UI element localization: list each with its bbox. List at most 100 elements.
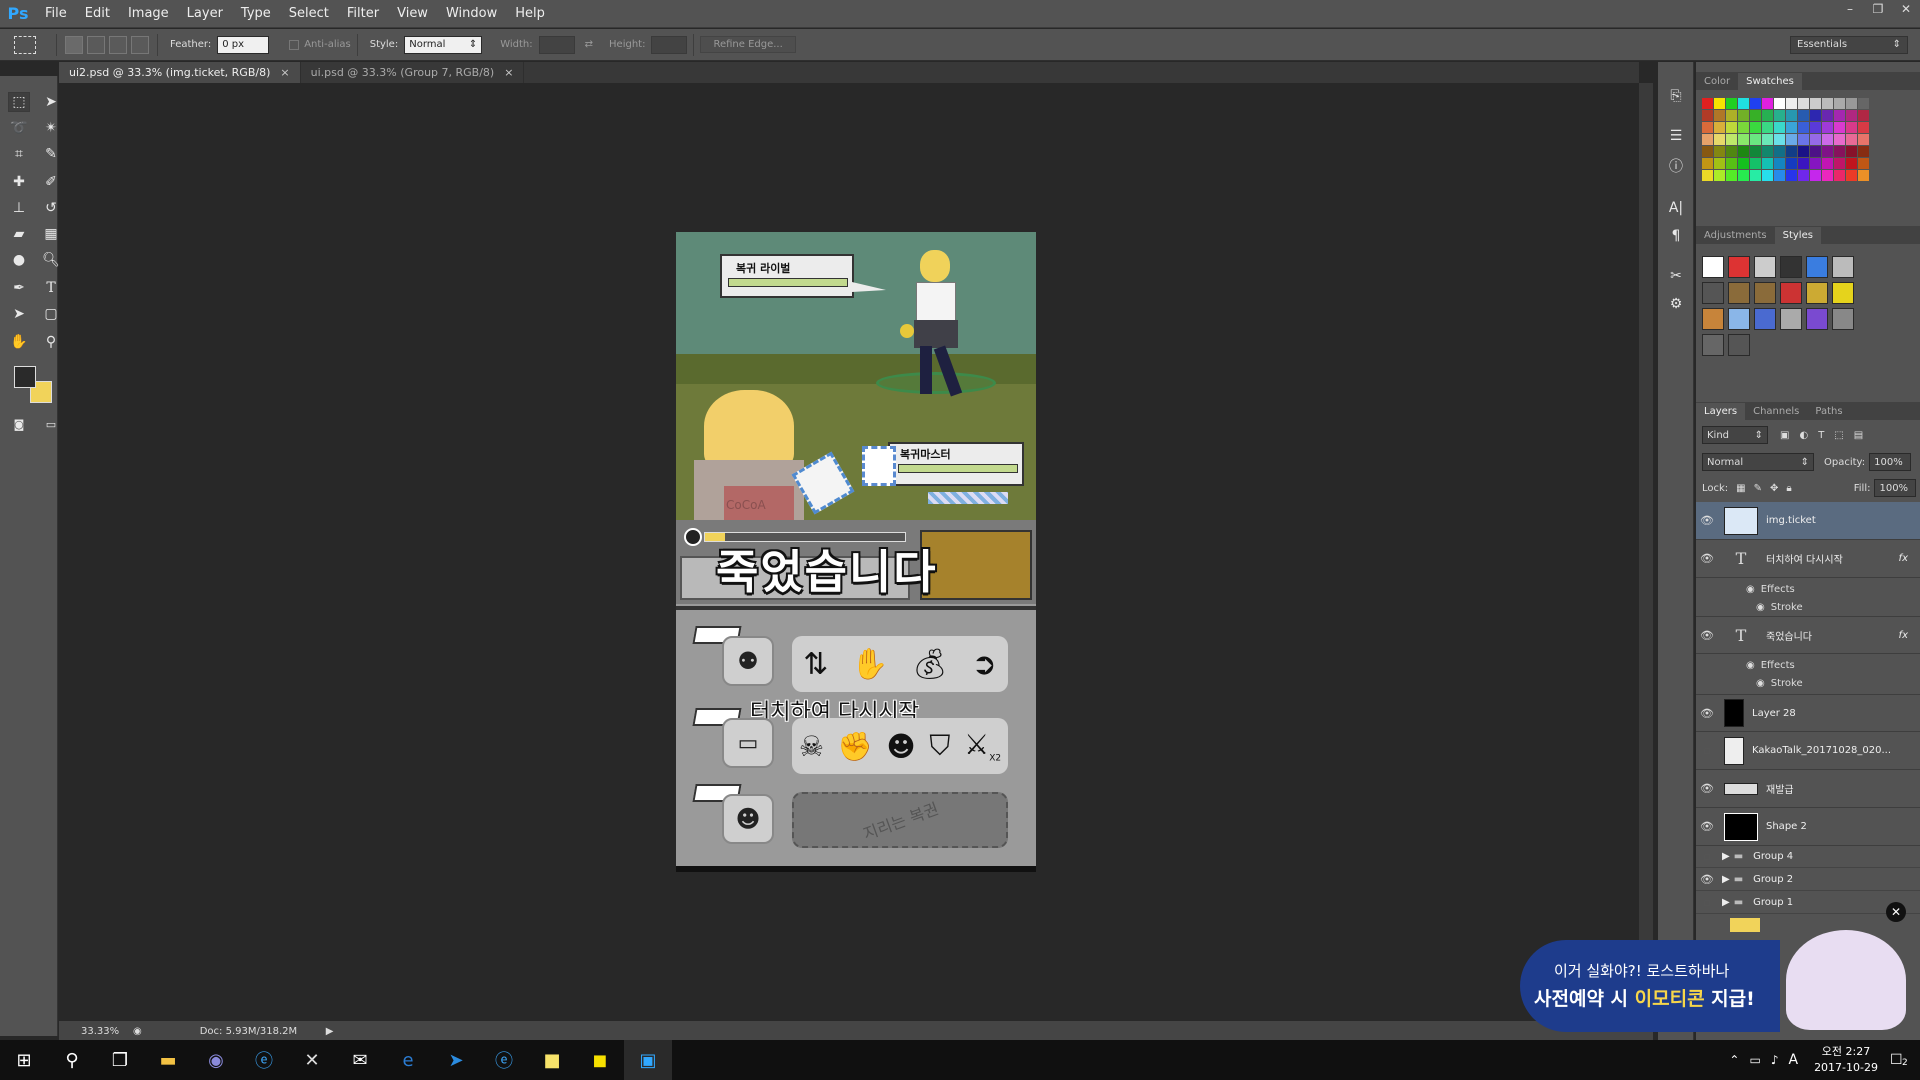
card-icon[interactable]: ▭: [722, 718, 774, 768]
color-swatch[interactable]: [1834, 122, 1845, 133]
filter-adjust-icon[interactable]: ◐: [1799, 430, 1808, 441]
color-swatch[interactable]: [1834, 158, 1845, 169]
path-select-icon[interactable]: ➤: [8, 304, 30, 324]
brush-presets-icon[interactable]: ✂: [1665, 266, 1687, 286]
color-swatch[interactable]: [1810, 158, 1821, 169]
style-swatch[interactable]: [1702, 256, 1724, 278]
eye-icon[interactable]: 👁︎: [1696, 514, 1718, 527]
color-swatch[interactable]: [1822, 158, 1833, 169]
color-swatch[interactable]: [1702, 158, 1713, 169]
color-swatch[interactable]: [1798, 134, 1809, 145]
color-swatch[interactable]: [1750, 146, 1761, 157]
color-swatch[interactable]: [1750, 122, 1761, 133]
style-swatch[interactable]: [1754, 282, 1776, 304]
color-swatch[interactable]: [1810, 122, 1821, 133]
color-swatch[interactable]: [1726, 98, 1737, 109]
color-swatch[interactable]: [1750, 134, 1761, 145]
color-swatch[interactable]: [1858, 98, 1869, 109]
menu-window[interactable]: Window: [437, 0, 506, 28]
handshake-icon[interactable]: ✋: [851, 647, 888, 682]
sticky-notes-icon[interactable]: ■: [528, 1040, 576, 1080]
width-input[interactable]: [538, 35, 575, 54]
style-swatch[interactable]: [1702, 334, 1724, 356]
color-swatch[interactable]: [1858, 170, 1869, 181]
color-swatch[interactable]: [1822, 122, 1833, 133]
arrow-right-icon[interactable]: ➲: [972, 647, 997, 682]
pen-tool-icon[interactable]: ✒: [8, 278, 30, 298]
tab-layers[interactable]: Layers: [1696, 403, 1746, 420]
vertical-scrollbar[interactable]: [1639, 83, 1653, 1021]
color-swatch[interactable]: [1714, 146, 1725, 157]
menu-layer[interactable]: Layer: [178, 0, 232, 28]
eye-icon[interactable]: 👁︎: [1696, 707, 1718, 720]
menu-type[interactable]: Type: [232, 0, 280, 28]
fill-input[interactable]: 100%: [1874, 479, 1917, 497]
style-swatch[interactable]: [1754, 308, 1776, 330]
feather-input[interactable]: 0 px: [217, 35, 270, 54]
sword-icon[interactable]: ⚔X2: [964, 728, 1001, 764]
color-swatch[interactable]: [1750, 98, 1761, 109]
blur-tool-icon[interactable]: ●: [8, 250, 30, 270]
group-2[interactable]: 👁︎ ▶ ▬ Group 2: [1696, 869, 1920, 891]
color-swatch[interactable]: [1810, 98, 1821, 109]
lock-all-icon[interactable]: 🔒︎: [1786, 483, 1791, 494]
color-swatch[interactable]: [1726, 110, 1737, 121]
document-canvas[interactable]: 복귀 라이벌 복귀마스터 CoCoA 죽었습니다 ⚉ ⇅ ✋ 💰︎ ➲ 터치하여…: [676, 232, 1036, 872]
marquee-tool-icon[interactable]: ⬚: [8, 92, 30, 112]
color-swatch[interactable]: [1726, 146, 1737, 157]
style-swatch[interactable]: [1806, 282, 1828, 304]
expand-icon[interactable]: ▶: [1722, 897, 1730, 908]
group-4[interactable]: ▫ ▶ ▬ Group 4: [1696, 846, 1920, 868]
color-swatch[interactable]: [1762, 110, 1773, 121]
color-swatch[interactable]: [1846, 98, 1857, 109]
layer-shape-2[interactable]: 👁︎ Shape 2: [1696, 808, 1920, 846]
color-swatch[interactable]: [1798, 98, 1809, 109]
color-swatch[interactable]: [1750, 170, 1761, 181]
color-swatch[interactable]: [1738, 146, 1749, 157]
style-swatch[interactable]: [1806, 256, 1828, 278]
menu-file[interactable]: File: [36, 0, 76, 28]
eye-icon[interactable]: 👁︎: [1696, 782, 1718, 795]
color-swatch[interactable]: [1858, 146, 1869, 157]
battery-icon[interactable]: ▭: [1749, 1053, 1760, 1067]
tab-paths[interactable]: Paths: [1807, 403, 1850, 420]
shield-icon[interactable]: ⛉: [929, 729, 950, 763]
tray-chevron-icon[interactable]: ⌃: [1729, 1053, 1739, 1067]
filter-shape-icon[interactable]: ⬚: [1834, 430, 1843, 441]
stroke-row[interactable]: ◉ Stroke: [1696, 598, 1920, 616]
color-swatch[interactable]: [1798, 170, 1809, 181]
intersect-selection-icon[interactable]: [131, 35, 149, 54]
paragraph-panel-icon[interactable]: ¶: [1665, 226, 1687, 246]
color-swatch[interactable]: [1786, 98, 1797, 109]
eye-hidden-icon[interactable]: ▫: [1696, 850, 1718, 863]
exchange-icon[interactable]: ⇅: [803, 647, 828, 682]
locked-row[interactable]: 지리는 복권: [792, 792, 1008, 848]
filter-type-icon[interactable]: T: [1818, 430, 1824, 441]
search-icon[interactable]: ⚲: [48, 1040, 96, 1080]
money-head-icon[interactable]: ☻: [886, 730, 915, 763]
start-windows-icon[interactable]: ⊞: [0, 1040, 48, 1080]
color-swatch[interactable]: [1750, 110, 1761, 121]
color-swatch[interactable]: [1834, 170, 1845, 181]
menu-image[interactable]: Image: [119, 0, 178, 28]
color-swatch[interactable]: [1798, 146, 1809, 157]
volume-icon[interactable]: ♪: [1771, 1053, 1779, 1067]
color-swatch[interactable]: [1798, 110, 1809, 121]
effect-eye-icon[interactable]: ◉: [1756, 602, 1765, 613]
color-swatch[interactable]: [1810, 170, 1821, 181]
color-swatch[interactable]: [1846, 146, 1857, 157]
tools-icon[interactable]: ✕: [288, 1040, 336, 1080]
photoshop-taskbar-icon[interactable]: ▣: [624, 1040, 672, 1080]
kakaotalk-icon[interactable]: ◼: [576, 1040, 624, 1080]
color-swatch[interactable]: [1846, 158, 1857, 169]
eye-icon[interactable]: 👁︎: [1696, 873, 1718, 886]
effects-icon[interactable]: ◉: [1746, 584, 1755, 595]
color-swatch[interactable]: [1762, 170, 1773, 181]
style-swatch[interactable]: [1728, 308, 1750, 330]
antialias-checkbox[interactable]: [289, 39, 300, 50]
color-swatch[interactable]: [1834, 98, 1845, 109]
money-bag-icon[interactable]: 💰︎: [911, 647, 949, 682]
coins-icon[interactable]: ⚉: [722, 636, 774, 686]
tab-channels[interactable]: Channels: [1745, 403, 1807, 420]
color-swatch[interactable]: [1750, 158, 1761, 169]
